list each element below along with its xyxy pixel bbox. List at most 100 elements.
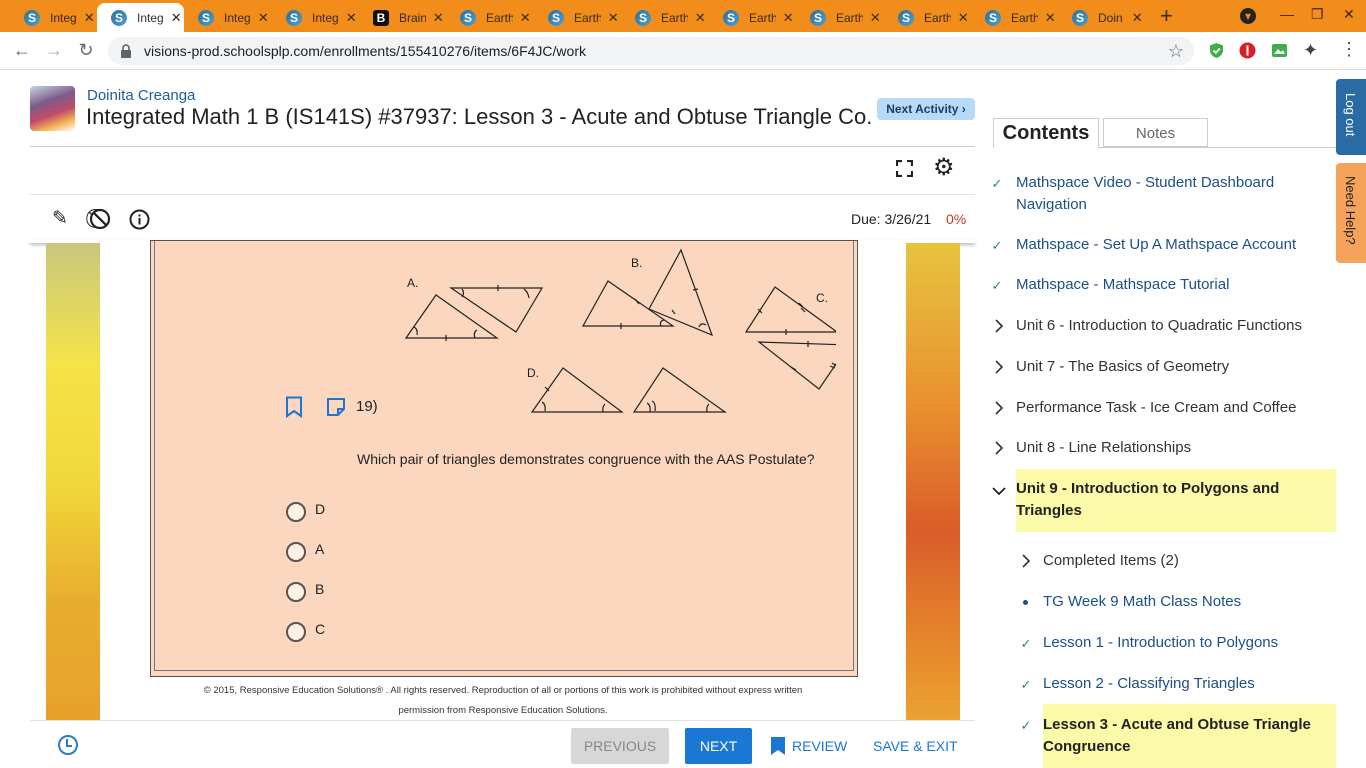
unit-item-expanded[interactable]: Unit 9 - Introduction to Polygons and Tr… bbox=[990, 478, 1336, 522]
answer-choice[interactable]: A bbox=[286, 540, 406, 564]
image-extension-icon[interactable] bbox=[1271, 42, 1288, 59]
scroll-fade bbox=[993, 148, 1336, 158]
reload-icon[interactable]: ↻ bbox=[76, 40, 96, 60]
clock-icon[interactable] bbox=[58, 735, 78, 755]
answer-choice[interactable]: C bbox=[286, 620, 406, 644]
ban-icon[interactable] bbox=[89, 208, 111, 230]
list-item-label: Completed Items (2) bbox=[1043, 552, 1179, 569]
unit-item[interactable]: Unit 6 - Introduction to Quadratic Funct… bbox=[990, 315, 1336, 337]
tab-search-icon[interactable]: ▾ bbox=[1240, 8, 1256, 24]
close-icon[interactable]: ✕ bbox=[1129, 10, 1145, 26]
previous-button[interactable]: PREVIOUS bbox=[571, 728, 669, 764]
close-icon[interactable]: ✕ bbox=[692, 10, 708, 26]
answer-choice[interactable]: D bbox=[286, 500, 406, 524]
browser-tab[interactable]: S Earth ✕ bbox=[971, 3, 1058, 32]
list-item-current[interactable]: ✓ Lesson 3 - Acute and Obtuse Triangle C… bbox=[990, 714, 1336, 758]
check-icon: ✓ bbox=[1020, 677, 1032, 692]
bookmark-star-icon[interactable]: ☆ bbox=[1168, 41, 1184, 62]
new-tab-icon[interactable]: + bbox=[1160, 5, 1173, 27]
info-icon[interactable] bbox=[129, 209, 150, 230]
next-activity-button[interactable]: Next Activity › bbox=[877, 98, 975, 120]
shield-extension-icon[interactable] bbox=[1208, 42, 1225, 59]
close-icon[interactable]: ✕ bbox=[430, 10, 446, 26]
close-icon[interactable]: ✕ bbox=[168, 10, 184, 26]
schoology-icon: S bbox=[985, 9, 1001, 26]
list-item[interactable]: ✓ Mathspace Video - Student Dashboard Na… bbox=[990, 172, 1336, 216]
browser-tab[interactable]: S Earth ✕ bbox=[709, 3, 796, 32]
list-item[interactable]: ✓ Mathspace - Set Up A Mathspace Account bbox=[990, 234, 1336, 256]
browser-tab[interactable]: S Earth ✕ bbox=[884, 3, 971, 32]
radio-button[interactable] bbox=[286, 582, 306, 602]
restore-icon[interactable]: ❐ bbox=[1311, 6, 1324, 23]
list-item[interactable]: ✓ Mathspace - Mathspace Tutorial bbox=[990, 274, 1336, 296]
close-window-icon[interactable]: ✕ bbox=[1343, 6, 1355, 23]
minimize-icon[interactable]: — bbox=[1280, 6, 1294, 22]
close-icon[interactable]: ✕ bbox=[867, 10, 883, 26]
close-icon[interactable]: ✕ bbox=[1042, 10, 1058, 26]
save-exit-button[interactable]: SAVE & EXIT bbox=[873, 728, 958, 764]
student-name[interactable]: Doinita Creanga bbox=[87, 87, 195, 104]
close-icon[interactable]: ✕ bbox=[780, 10, 796, 26]
folder-item[interactable]: Completed Items (2) bbox=[990, 550, 1336, 572]
browser-tab[interactable]: S Integ ✕ bbox=[184, 3, 271, 32]
browser-tab-title: Earth bbox=[749, 10, 777, 25]
highlighter-icon[interactable]: ✎ bbox=[49, 208, 71, 230]
browser-tab-title: Doin bbox=[1098, 10, 1123, 25]
close-icon[interactable]: ✕ bbox=[955, 10, 971, 26]
check-icon: ✓ bbox=[991, 238, 1003, 253]
adblock-extension-icon[interactable] bbox=[1239, 42, 1256, 59]
browser-tab[interactable]: S Integ ✕ bbox=[10, 3, 97, 32]
page-title: Integrated Math 1 B (IS141S) #37937: Les… bbox=[86, 104, 871, 129]
fullscreen-icon[interactable] bbox=[896, 160, 913, 177]
close-icon[interactable]: ✕ bbox=[81, 10, 97, 26]
browser-tab[interactable]: S Doin ✕ bbox=[1058, 3, 1145, 32]
address-bar[interactable]: visions-prod.schoolsplp.com/enrollments/… bbox=[108, 37, 1194, 65]
chevron-right-icon bbox=[995, 360, 1004, 374]
browser-tab[interactable]: S Integ ✕ bbox=[272, 3, 359, 32]
browser-tab[interactable]: S Earth ✕ bbox=[621, 3, 708, 32]
browser-tab-active[interactable]: S Integ ✕ bbox=[97, 3, 184, 32]
list-item[interactable]: ✓ Lesson 2 - Classifying Triangles bbox=[990, 673, 1336, 695]
forward-icon[interactable]: → bbox=[44, 40, 64, 60]
bookmark-icon[interactable] bbox=[285, 396, 303, 418]
decorative-border-left bbox=[46, 243, 100, 720]
answer-choice[interactable]: B bbox=[286, 580, 406, 604]
unit-item[interactable]: Performance Task - Ice Cream and Coffee bbox=[990, 397, 1336, 419]
browser-tab-title: Integ bbox=[50, 10, 77, 25]
need-help-label: Need Help? bbox=[1343, 176, 1358, 245]
note-icon[interactable] bbox=[326, 397, 346, 417]
unit-item[interactable]: Unit 8 - Line Relationships bbox=[990, 437, 1336, 459]
radio-button[interactable] bbox=[286, 622, 306, 642]
radio-button[interactable] bbox=[286, 542, 306, 562]
bottom-navigation-bar: PREVIOUS NEXT REVIEW SAVE & EXIT bbox=[30, 720, 975, 768]
need-help-tab[interactable]: Need Help? bbox=[1336, 163, 1366, 263]
browser-tab[interactable]: S Earth ✕ bbox=[796, 3, 883, 32]
check-icon: ✓ bbox=[1020, 636, 1032, 651]
schoology-icon: S bbox=[286, 9, 302, 26]
more-options-icon[interactable]: ⋮ bbox=[1340, 39, 1358, 59]
list-item[interactable]: TG Week 9 Math Class Notes bbox=[990, 591, 1336, 613]
next-button[interactable]: NEXT bbox=[685, 728, 752, 764]
tab-notes[interactable]: Notes bbox=[1103, 118, 1208, 147]
close-icon[interactable]: ✕ bbox=[343, 10, 359, 26]
list-item[interactable]: ✓ Lesson 1 - Introduction to Polygons bbox=[990, 632, 1336, 654]
browser-tab-title: Earth bbox=[836, 10, 864, 25]
logout-tab[interactable]: Log out bbox=[1336, 79, 1366, 155]
gear-icon[interactable]: ⚙ bbox=[933, 156, 955, 180]
tab-contents[interactable]: Contents bbox=[993, 118, 1099, 148]
close-icon[interactable]: ✕ bbox=[517, 10, 533, 26]
close-icon[interactable]: ✕ bbox=[605, 10, 621, 26]
browser-tab-title: Earth bbox=[661, 10, 689, 25]
browser-tab[interactable]: S Earth ✕ bbox=[446, 3, 533, 32]
radio-button[interactable] bbox=[286, 502, 306, 522]
close-icon[interactable]: ✕ bbox=[255, 10, 271, 26]
figure-label-a: A. bbox=[407, 276, 418, 290]
browser-tab[interactable]: B Brain ✕ bbox=[359, 3, 446, 32]
logout-label: Log out bbox=[1343, 93, 1358, 137]
unit-item[interactable]: Unit 7 - The Basics of Geometry bbox=[990, 356, 1336, 378]
extensions-puzzle-icon[interactable]: ✦ bbox=[1303, 40, 1320, 60]
browser-tab[interactable]: S Earth ✕ bbox=[534, 3, 621, 32]
triangle-figure: A. B. C. D. bbox=[404, 248, 836, 413]
back-icon[interactable]: ← bbox=[12, 40, 32, 60]
review-button[interactable]: REVIEW bbox=[771, 728, 847, 764]
